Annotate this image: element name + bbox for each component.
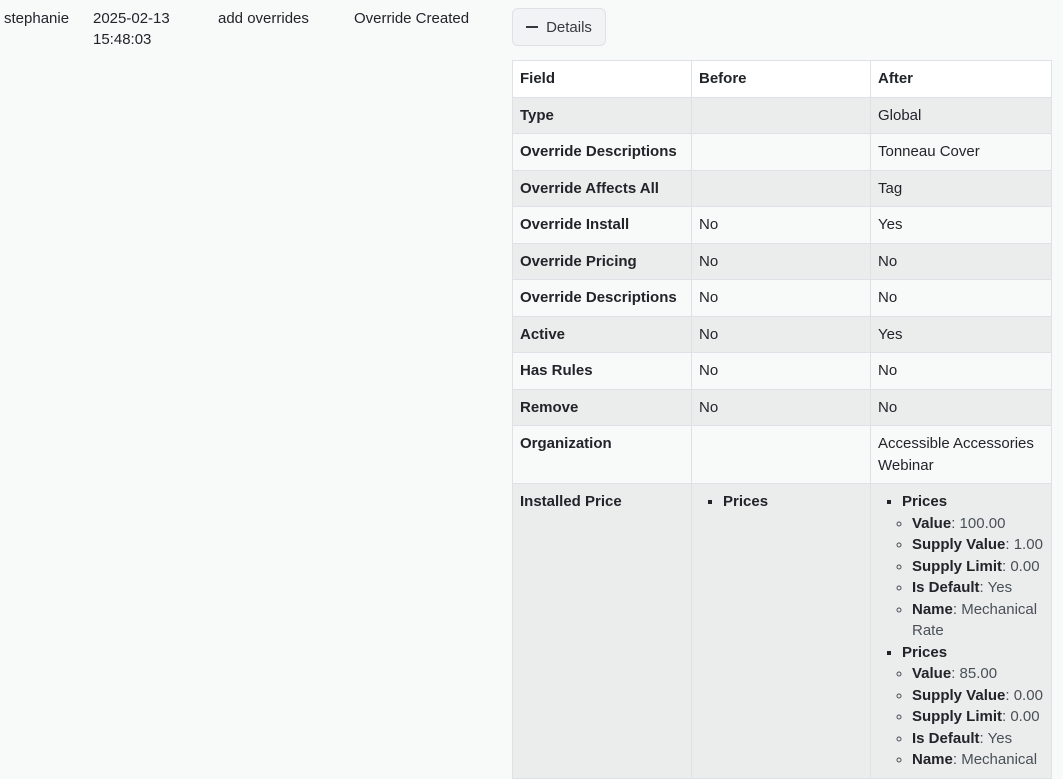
cell-after: Accessible Accessories Webinar: [870, 425, 1052, 484]
attribute-value: 0.00: [1010, 557, 1040, 575]
attribute-value: 85.00: [959, 665, 998, 682]
prices-title: Prices: [723, 493, 769, 510]
attribute-key: Supply Value: [912, 686, 1006, 704]
log-action: add overrides: [218, 10, 309, 27]
log-timestamp: 2025-02-13 15:48:03: [93, 8, 170, 50]
cell-field: Override Install: [512, 206, 692, 244]
header-field: Field: [512, 60, 692, 98]
table-row: Override Descriptions No No: [512, 279, 1052, 317]
header-after: After: [870, 60, 1052, 98]
price-attribute-item: Supply Value: 0.00: [912, 685, 1044, 707]
cell-after: Tonneau Cover: [870, 133, 1052, 171]
minus-icon: [526, 26, 539, 28]
cell-before: No: [691, 206, 871, 244]
cell-field: Installed Price: [512, 483, 692, 779]
list-item: Prices Value: 100.00Supply Value: 1.00Sup…: [902, 491, 1044, 642]
table-header-row: Field Before After: [512, 60, 1052, 98]
table-row: Active No Yes: [512, 315, 1052, 353]
price-attribute-item: Name: Mechanical Rate: [912, 599, 1044, 642]
attribute-value: Mechanical: [961, 751, 1038, 768]
attribute-value: Yes: [987, 729, 1013, 747]
attribute-key: Name: [912, 600, 953, 618]
attribute-key: Value: [912, 514, 952, 532]
cell-field: Override Affects All: [512, 169, 692, 207]
table-row: Override Pricing No No: [512, 242, 1052, 280]
attribute-key: Supply Value: [912, 536, 1006, 553]
cell-before: Prices: [691, 483, 871, 779]
cell-before: No: [691, 315, 871, 353]
cell-after: No: [870, 352, 1052, 390]
cell-field: Override Pricing: [512, 242, 692, 280]
log-date: 2025-02-13: [93, 10, 170, 27]
changes-table: Field Before After Type Global Override De…: [512, 60, 1052, 779]
list-item: Prices Value: 85.00Supply Value: 0.00Supp…: [902, 642, 1044, 771]
price-attribute-item: Value: 100.00: [912, 513, 1044, 535]
details-button-label: Details: [546, 18, 592, 36]
details-toggle-button[interactable]: Details: [512, 8, 606, 46]
cell-before: No: [691, 352, 871, 390]
cell-field: Remove: [512, 388, 692, 426]
attribute-key: Is Default: [912, 579, 980, 596]
log-time: 15:48:03: [93, 31, 152, 48]
price-attribute-item: Value: 85.00: [912, 663, 1044, 685]
attribute-key: Value: [912, 665, 952, 682]
before-price-list: Prices: [699, 491, 863, 513]
price-attributes-list: Value: 85.00Supply Value: 0.00Supply Lim…: [902, 663, 1044, 771]
cell-field: Active: [512, 315, 692, 353]
attribute-key: Supply Limit: [912, 557, 1002, 575]
cell-before: [691, 425, 871, 484]
attribute-key: Supply Limit: [912, 708, 1002, 725]
cell-after: Yes: [870, 206, 1052, 244]
prices-title: Prices: [902, 493, 948, 510]
table-row: Organization Accessible Accessories Webin…: [512, 425, 1052, 484]
cell-before: [691, 96, 871, 134]
cell-after: No: [870, 242, 1052, 280]
list-item: Prices: [723, 491, 863, 513]
cell-field: Has Rules: [512, 352, 692, 390]
price-attributes-list: Value: 100.00Supply Value: 1.00Supply Li…: [902, 513, 1044, 642]
after-price-list: PricesValue: 100.00Supply Value: 1.00Sup…: [878, 491, 1044, 771]
cell-after: Tag: [870, 169, 1052, 207]
cell-field: Type: [512, 96, 692, 134]
cell-before: No: [691, 388, 871, 426]
price-attribute-item: Supply Limit: 0.00: [912, 556, 1044, 578]
log-status: Override Created: [354, 10, 470, 27]
cell-before: [691, 133, 871, 171]
attribute-value: 1.00: [1013, 536, 1043, 553]
attribute-key: Is Default: [912, 729, 980, 747]
table-row: Remove No No: [512, 388, 1052, 426]
attribute-value: 100.00: [959, 514, 1006, 532]
price-attribute-item: Name: Mechanical: [912, 749, 1044, 771]
cell-after: Yes: [870, 315, 1052, 353]
cell-after: No: [870, 279, 1052, 317]
cell-before: No: [691, 242, 871, 280]
cell-field: Override Descriptions: [512, 133, 692, 171]
cell-field: Override Descriptions: [512, 279, 692, 317]
price-attribute-item: Is Default: Yes: [912, 577, 1044, 599]
cell-before: [691, 169, 871, 207]
table-row: Override Install No Yes: [512, 206, 1052, 244]
cell-after: Global: [870, 96, 1052, 134]
attribute-key: Name: [912, 751, 953, 768]
cell-field: Organization: [512, 425, 692, 484]
cell-after: PricesValue: 100.00Supply Value: 1.00Sup…: [870, 483, 1052, 779]
cell-after: No: [870, 388, 1052, 426]
attribute-value: 0.00: [1010, 708, 1040, 725]
attribute-value: 0.00: [1013, 686, 1043, 704]
table-row-installed-price: Installed Price Prices PricesValue: 100.…: [512, 483, 1052, 779]
log-user: stephanie: [4, 10, 70, 27]
table-row: Type Global: [512, 96, 1052, 134]
table-row: Override Affects All Tag: [512, 169, 1052, 207]
table-row: Override Descriptions Tonneau Cover: [512, 133, 1052, 171]
prices-title: Prices: [902, 643, 948, 661]
table-row: Has Rules No No: [512, 352, 1052, 390]
cell-before: No: [691, 279, 871, 317]
price-attribute-item: Supply Value: 1.00: [912, 534, 1044, 556]
price-attribute-item: Is Default: Yes: [912, 728, 1044, 750]
attribute-value: Yes: [987, 579, 1013, 596]
header-before: Before: [691, 60, 871, 98]
price-attribute-item: Supply Limit: 0.00: [912, 706, 1044, 728]
